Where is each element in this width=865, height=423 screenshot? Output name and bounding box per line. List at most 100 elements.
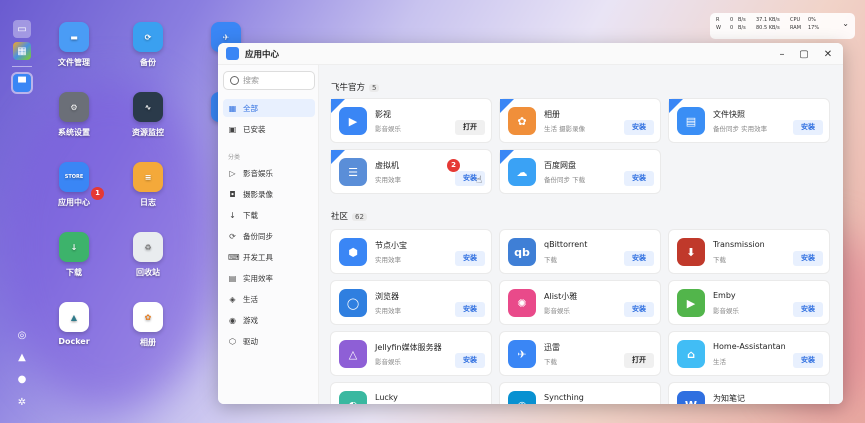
log-icon: ≡ [133, 162, 163, 192]
dock-divider [12, 66, 32, 67]
desktop-icon-log[interactable]: ≡ 日志 [118, 162, 178, 208]
main-content: 飞牛官方 5 ▶ 影视 影音娱乐 打开 ✿ 相册 生活 摄影录像 安装 ▤ 文件快照 备份同步 实… [319, 65, 843, 404]
sidebar-item-label: 实用效率 [243, 273, 273, 283]
close-button[interactable]: ✕ [821, 47, 835, 61]
app-card-nodebox[interactable]: ⬢ 节点小宝 实用效率 安装 [330, 229, 492, 274]
install-button[interactable]: 安装 [455, 302, 485, 317]
desktop-icon-photos[interactable]: ✿ 相册 [118, 302, 178, 348]
lucky-icon: ◐ [339, 391, 367, 404]
desktop-icon-files[interactable]: ▬ 文件管理 [44, 22, 104, 68]
sidebar-item-download[interactable]: ↓ 下载 [223, 206, 315, 224]
desktop-icon-settings[interactable]: ⚙ 系统设置 [44, 92, 104, 138]
write-value: 0 [730, 25, 734, 31]
install-button[interactable]: 安装 [793, 120, 823, 135]
install-button[interactable]: 安装 [793, 251, 823, 266]
app-card-vm[interactable]: ☰ 虚拟机 实用效率 安装 [330, 149, 492, 194]
desktop-icon-backup[interactable]: ⟳ 备份 [118, 22, 178, 68]
app-card-alist[interactable]: ✺ Alist小雅 影音娱乐 安装 [499, 280, 661, 325]
read-value: 0 [730, 17, 734, 23]
app-card-video[interactable]: ▶ 影视 影音娱乐 打开 [330, 98, 492, 143]
section-count: 5 [369, 84, 380, 92]
desktop-icon-label: Docker [58, 337, 90, 346]
app-desc: 下载 [713, 256, 726, 264]
system-monitor-widget[interactable]: R 0 B/s 37.1 KB/s CPU 0% W 0 B/s 80.5 KB/s RAM 17%… [710, 13, 855, 39]
app-card-photos[interactable]: ✿ 相册 生活 摄影录像 安装 [499, 98, 661, 143]
collapse-icon[interactable]: ⌄ [842, 20, 849, 28]
thunder-icon: ✈ [508, 340, 536, 368]
app-card-transmission[interactable]: ⬇ Transmission 下载 安装 [668, 229, 830, 274]
apps-icon[interactable]: ▦ [13, 42, 31, 60]
install-button[interactable]: 安装 [624, 251, 654, 266]
install-button[interactable]: 安装 [793, 353, 823, 368]
sidebar-item-life[interactable]: ◈ 生活 [223, 290, 315, 308]
app-card-qbittorrent[interactable]: qb qBittorrent 下载 安装 [499, 229, 661, 274]
app-card-browser[interactable]: ◯ 浏览器 实用效率 安装 [330, 280, 492, 325]
sidebar-item-utility[interactable]: ▤ 实用效率 [223, 269, 315, 287]
app-name: 文件快照 [713, 110, 745, 119]
monitor-icon[interactable]: ▭ [13, 20, 31, 38]
window-title: 应用中心 [245, 49, 280, 60]
sidebar-item-all[interactable]: ▦ 全部 [223, 99, 315, 117]
docker-icon: ▲ [59, 302, 89, 332]
read-unit: B/s [738, 17, 746, 23]
desktop-icon-label: 资源监控 [132, 128, 164, 137]
desktop-icon-docker[interactable]: ▲ Docker [44, 302, 104, 346]
sidebar-item-game[interactable]: ◉ 游戏 [223, 311, 315, 329]
support-icon[interactable]: ◎ [13, 326, 31, 344]
install-button[interactable]: 安装 [455, 353, 485, 368]
desktop-icon-recycle[interactable]: ♻ 回收站 [118, 232, 178, 278]
sidebar-item-media[interactable]: ▷ 影音娱乐 [223, 164, 315, 182]
search-icon [230, 76, 239, 85]
app-card-home-assistant[interactable]: ⌂ Home-Assistantan 生活 安装 [668, 331, 830, 376]
app-desc: 影音娱乐 [544, 307, 570, 315]
app-card-emby[interactable]: ▶ Emby 影音娱乐 安装 [668, 280, 830, 325]
app-name: Home-Assistantan [713, 342, 786, 351]
desktop-icon-monitor[interactable]: ∿ 资源监控 [118, 92, 178, 138]
app-card-wiznote[interactable]: W 为知笔记 [668, 382, 830, 404]
desktop-icon-label: 文件管理 [58, 58, 90, 67]
settings-icon[interactable]: ✲ [13, 393, 31, 411]
app-desc: 下载 [544, 358, 557, 366]
install-button[interactable]: 安装 [793, 302, 823, 317]
sidebar-item-installed[interactable]: ▣ 已安装 [223, 120, 315, 138]
app-card-syncthing[interactable]: ◉ Syncthing [499, 382, 661, 404]
search-placeholder: 搜索 [243, 76, 259, 85]
bell-icon[interactable]: ▲ [13, 348, 31, 366]
install-button[interactable]: 安装 [624, 171, 654, 186]
app-card-snapshot[interactable]: ▤ 文件快照 备份同步 实用效率 安装 [668, 98, 830, 143]
open-button[interactable]: 打开 [624, 353, 654, 368]
app-name: Lucky [375, 393, 398, 402]
app-name: 虚拟机 [375, 161, 399, 170]
app-center-dock-icon[interactable]: ▀ [11, 72, 33, 94]
app-desc: 影音娱乐 [375, 358, 401, 366]
dock: ▭ ▦ ▀ ◎ ▲ ● ✲ [8, 12, 36, 412]
sidebar-item-label: 游戏 [243, 315, 258, 325]
sidebar-item-backup[interactable]: ⟳ 备份同步 [223, 227, 315, 245]
alist-icon: ✺ [508, 289, 536, 317]
sidebar-item-dev[interactable]: ⌨ 开发工具 [223, 248, 315, 266]
sidebar-item-photo[interactable]: ◘ 摄影录像 [223, 185, 315, 203]
minimize-button[interactable]: – [775, 47, 789, 61]
installed-icon: ▣ [228, 124, 237, 134]
cursor-icon: ☝ [476, 175, 483, 186]
sidebar-item-driver[interactable]: ⬡ 驱动 [223, 332, 315, 350]
app-card-jellyfin[interactable]: △ Jellyfin媒体服务器 影音娱乐 安装 [330, 331, 492, 376]
desktop-icon-app-center[interactable]: STORE 应用中心 [44, 162, 104, 208]
install-button[interactable]: 安装 [455, 251, 485, 266]
app-card-thunder[interactable]: ✈ 迅雷 下载 打开 [499, 331, 661, 376]
install-button[interactable]: 安装 [624, 302, 654, 317]
maximize-button[interactable]: ▢ [797, 47, 811, 61]
open-button[interactable]: 打开 [455, 120, 485, 135]
app-card-baidu[interactable]: ☁ 百度网盘 备份同步 下载 安装 [499, 149, 661, 194]
search-input[interactable]: 搜索 [223, 71, 315, 90]
app-card-lucky[interactable]: ◐ Lucky [330, 382, 492, 404]
window-titlebar[interactable]: 应用中心 [218, 43, 843, 65]
app-desc: 下载 [544, 256, 557, 264]
install-button[interactable]: 安装 [624, 120, 654, 135]
user-icon[interactable]: ● [13, 370, 31, 388]
app-desc: 生活 [713, 358, 726, 366]
sidebar-item-label: 影音娱乐 [243, 168, 273, 178]
vm-icon: ☰ [339, 158, 367, 186]
sidebar: 搜索 ▦ 全部 ▣ 已安装 分类 ▷ 影音娱乐 ◘ 摄影录像 ↓ 下载 ⟳ 备份同步 ⌨ 开发… [218, 65, 319, 404]
desktop-icon-download[interactable]: ↓ 下载 [44, 232, 104, 278]
